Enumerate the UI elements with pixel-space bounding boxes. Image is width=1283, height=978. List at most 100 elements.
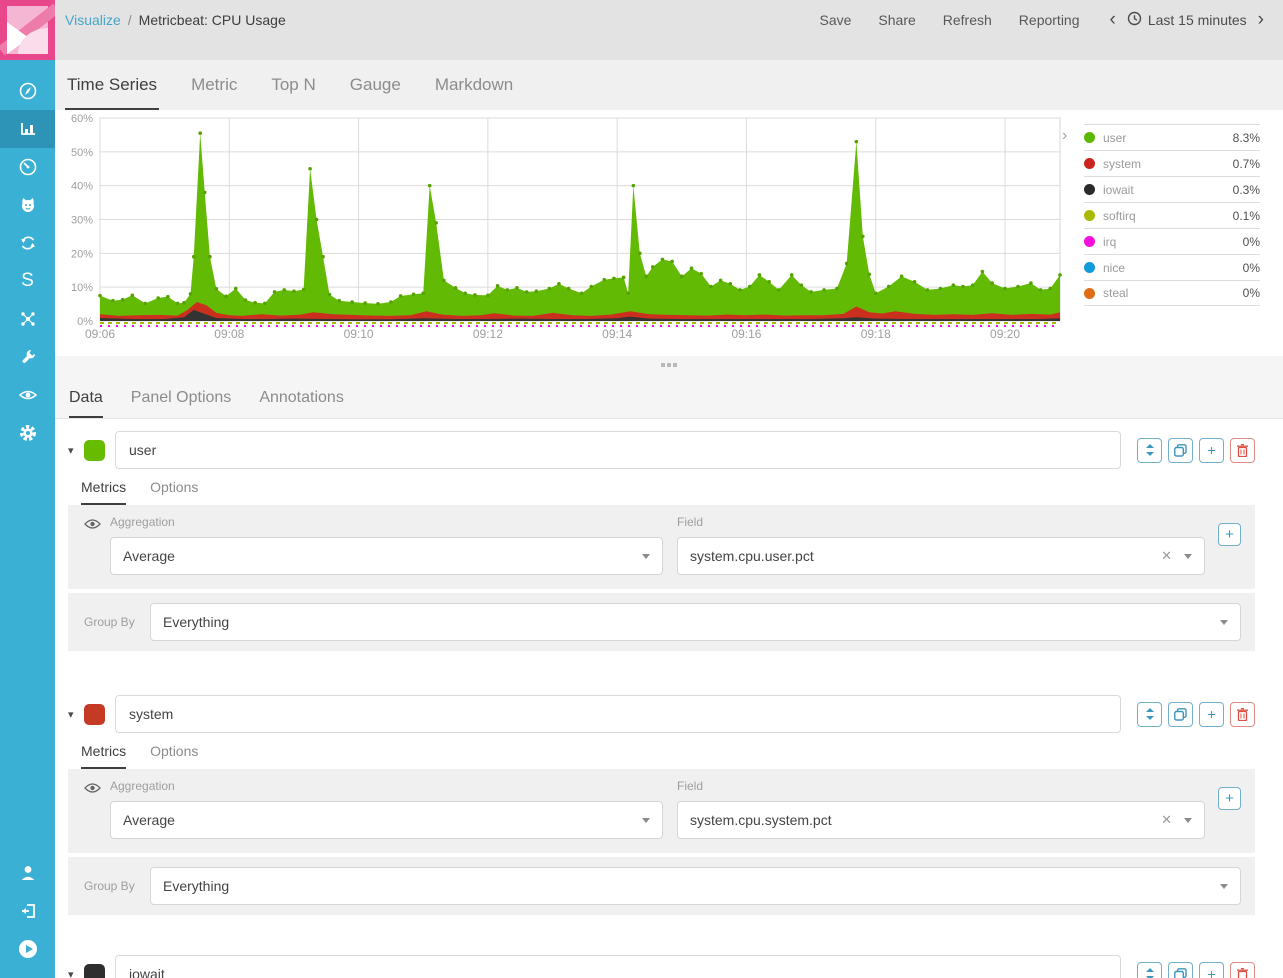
add-metric-button[interactable]: +	[1218, 523, 1241, 546]
visibility-eye-icon[interactable]	[84, 779, 110, 839]
sidebar-item-plugin-circular[interactable]	[0, 224, 55, 262]
time-back-chevron-icon[interactable]: ‹	[1107, 11, 1119, 29]
delete-series-button[interactable]	[1230, 702, 1255, 727]
tab-panel-options[interactable]: Panel Options	[131, 389, 232, 418]
legend-item-irq[interactable]: irq 0%	[1084, 228, 1260, 254]
add-series-button[interactable]: +	[1199, 702, 1224, 727]
series-color-swatch[interactable]	[84, 440, 105, 461]
tab-options[interactable]: Options	[150, 479, 198, 505]
series-sub-tabs: Metrics Options	[81, 479, 1255, 505]
legend-item-steal[interactable]: steal 0%	[1084, 280, 1260, 306]
field-combobox[interactable]: system.cpu.user.pct ✕	[677, 537, 1205, 575]
legend-item-nice[interactable]: nice 0%	[1084, 254, 1260, 280]
collapse-play-icon	[17, 938, 39, 960]
save-button[interactable]: Save	[819, 12, 851, 28]
add-series-button[interactable]: +	[1199, 438, 1224, 463]
legend-item-iowait[interactable]: iowait 0.3%	[1084, 176, 1260, 202]
series-header: ▾ +	[68, 955, 1255, 978]
legend-label: iowait	[1103, 183, 1233, 197]
series-label-input[interactable]	[115, 695, 1121, 733]
tab-metrics[interactable]: Metrics	[81, 743, 126, 769]
series-collapse-caret-icon[interactable]: ▾	[68, 708, 84, 721]
add-metric-button[interactable]: +	[1218, 787, 1241, 810]
move-series-button[interactable]	[1137, 438, 1162, 463]
add-series-button[interactable]: +	[1199, 962, 1224, 978]
sidebar-item-user-profile[interactable]	[0, 854, 55, 892]
legend-dot-steal	[1084, 288, 1095, 299]
visibility-eye-icon[interactable]	[84, 515, 110, 575]
sidebar-item-collapse[interactable]	[0, 930, 55, 968]
sidebar-item-management[interactable]	[0, 414, 55, 452]
sidebar-item-discover[interactable]	[0, 72, 55, 110]
tab-data[interactable]: Data	[69, 389, 103, 418]
time-picker-button[interactable]: Last 15 minutes	[1127, 11, 1247, 29]
group-by-label: Group By	[84, 879, 150, 893]
viz-type-tabs: Time Series Metric Top N Gauge Markdown	[55, 60, 1283, 110]
delete-series-button[interactable]	[1230, 962, 1255, 978]
group-by-select[interactable]: Everything	[150, 867, 1241, 905]
svg-text:09:18: 09:18	[861, 327, 891, 341]
clone-series-button[interactable]	[1168, 438, 1193, 463]
aggregation-block: Aggregation Average	[110, 779, 663, 839]
breadcrumb-visualize-link[interactable]: Visualize	[65, 12, 121, 28]
tab-markdown[interactable]: Markdown	[433, 75, 515, 110]
delete-series-button[interactable]	[1230, 438, 1255, 463]
clone-series-button[interactable]	[1168, 702, 1193, 727]
legend-item-softirq[interactable]: softirq 0.1%	[1084, 202, 1260, 228]
legend-label: irq	[1103, 235, 1243, 249]
legend-dot-softirq	[1084, 210, 1095, 221]
time-series-chart-section: 0%10%20%30%40%50%60%09:0609:0809:1009:12…	[55, 110, 1283, 356]
legend-item-system[interactable]: system 0.7%	[1084, 150, 1260, 176]
dashboard-gauge-icon	[18, 157, 38, 177]
series-buttons: +	[1137, 438, 1255, 463]
move-series-button[interactable]	[1137, 702, 1162, 727]
sidebar-item-visualize[interactable]	[0, 110, 55, 148]
tsvb-chart-svg[interactable]: 0%10%20%30%40%50%60%09:0609:0809:1009:12…	[55, 112, 1085, 354]
sidebar: S	[0, 0, 55, 978]
tab-annotations[interactable]: Annotations	[259, 389, 344, 418]
legend-collapse-chevron-icon[interactable]: ›	[1062, 128, 1067, 144]
visualize-bar-chart-icon	[18, 119, 38, 139]
aggregation-select[interactable]: Average	[110, 537, 663, 575]
tab-metrics[interactable]: Metrics	[81, 479, 126, 505]
sidebar-item-timelion[interactable]	[0, 186, 55, 224]
series-color-swatch[interactable]	[84, 704, 105, 725]
time-forward-chevron-icon[interactable]: ›	[1255, 11, 1267, 29]
sidebar-item-monitoring[interactable]	[0, 376, 55, 414]
tab-options[interactable]: Options	[150, 743, 198, 769]
aggregation-label: Aggregation	[110, 515, 663, 529]
legend-item-user[interactable]: user 8.3%	[1084, 124, 1260, 150]
reporting-button[interactable]: Reporting	[1019, 12, 1080, 28]
group-by-select[interactable]: Everything	[150, 603, 1241, 641]
series-label-input[interactable]	[115, 431, 1121, 469]
series-collapse-caret-icon[interactable]: ▾	[68, 444, 84, 457]
share-button[interactable]: Share	[878, 12, 915, 28]
kibana-logo[interactable]	[0, 0, 55, 60]
sidebar-item-s-plugin[interactable]: S	[0, 262, 55, 300]
sidebar-item-graph[interactable]	[0, 300, 55, 338]
aggregation-value: Average	[123, 812, 642, 828]
user-profile-icon	[18, 863, 38, 883]
tab-time-series[interactable]: Time Series	[65, 75, 159, 110]
legend-label: softirq	[1103, 209, 1233, 223]
tab-top-n[interactable]: Top N	[269, 75, 317, 110]
sidebar-item-dashboard[interactable]	[0, 148, 55, 186]
refresh-button[interactable]: Refresh	[943, 12, 992, 28]
panel-resize-handle[interactable]	[55, 356, 1283, 374]
series-color-swatch[interactable]	[84, 964, 105, 978]
field-combobox[interactable]: system.cpu.system.pct ✕	[677, 801, 1205, 839]
tab-gauge[interactable]: Gauge	[348, 75, 403, 110]
aggregation-select[interactable]: Average	[110, 801, 663, 839]
legend-value: 0.7%	[1233, 157, 1260, 171]
sidebar-item-dev-tools[interactable]	[0, 338, 55, 376]
sidebar-item-logout[interactable]	[0, 892, 55, 930]
series-list: ▾ + Metrics Options	[55, 419, 1283, 978]
clear-field-icon[interactable]: ✕	[1161, 812, 1172, 828]
clear-field-icon[interactable]: ✕	[1161, 548, 1172, 564]
series-label-input[interactable]	[115, 955, 1121, 978]
series-editor-iowait: ▾ +	[55, 955, 1283, 978]
tab-metric[interactable]: Metric	[189, 75, 239, 110]
clone-series-button[interactable]	[1168, 962, 1193, 978]
series-collapse-caret-icon[interactable]: ▾	[68, 968, 84, 978]
move-series-button[interactable]	[1137, 962, 1162, 978]
